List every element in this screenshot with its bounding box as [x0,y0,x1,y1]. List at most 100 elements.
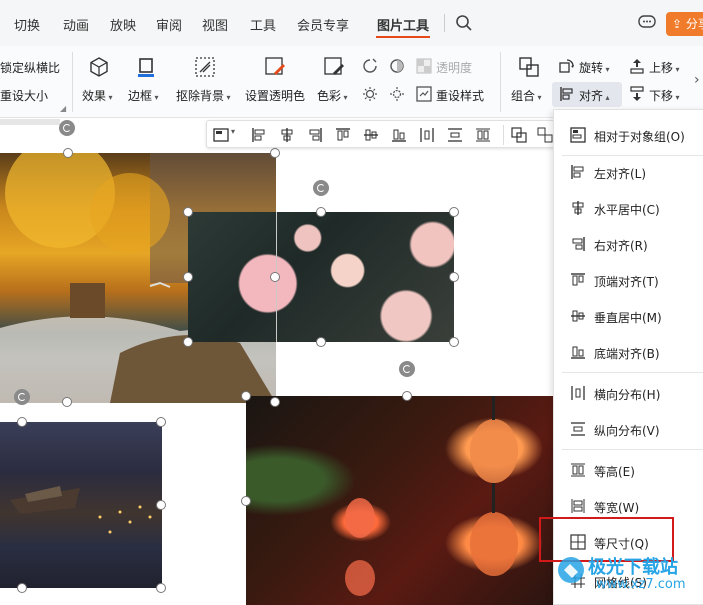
rotate-handle[interactable] [399,361,415,377]
move-up-icon [630,59,644,74]
move-up-button[interactable]: 上移 ▾ [649,59,680,76]
reset-size-button[interactable]: 重设大小 [0,87,48,104]
effects-label: 效果 [82,89,107,103]
menu-item-distribute-vertical[interactable]: 纵向分布(V) [554,414,703,444]
resize-handle[interactable] [63,148,73,158]
distribute-horizontal-icon [571,386,585,400]
align-center-horizontal-icon[interactable] [279,127,295,143]
resize-handle[interactable] [241,496,251,506]
group-button[interactable]: 组合 ▾ [511,87,542,104]
align-right-icon[interactable] [307,127,323,143]
align-bottom-icon[interactable] [391,127,407,143]
tab-tools[interactable]: 工具 [250,15,276,34]
border-button[interactable]: 边框 ▾ [128,87,159,104]
resize-handle[interactable] [449,207,459,217]
set-transparent-color-button[interactable]: 设置透明色 [245,87,305,104]
reset-style-button[interactable]: 重设样式 [436,87,484,104]
group-icon [519,57,539,77]
tab-transition[interactable]: 切换 [14,15,40,34]
chevron-down-icon: ▾ [341,93,348,102]
menu-item-middle-vertical[interactable]: 垂直居中(M) [554,301,703,331]
resize-handle[interactable] [62,397,72,407]
chevron-down-icon[interactable]: ▾ [231,127,235,136]
same-height-icon [571,463,585,477]
resize-handle[interactable] [270,272,280,282]
remove-background-icon [195,57,215,77]
resize-handle[interactable] [270,148,280,158]
remove-background-button[interactable]: 抠除背景 ▾ [176,87,231,104]
roses-image[interactable] [188,212,454,342]
chevron-down-icon: ▾ [673,65,680,74]
menu-item-relative-to-group[interactable]: 相对于对象组(O) [554,120,703,150]
menu-item-align-bottom[interactable]: 底端对齐(B) [554,337,703,367]
tab-picture-tools[interactable]: 图片工具 [377,15,429,34]
watermark-url: www.xz7.com [596,577,686,592]
share-button[interactable]: ⇪ 分享 [666,12,703,36]
tab-animation[interactable]: 动画 [63,15,89,34]
same-width-icon [571,499,585,513]
search-icon[interactable] [455,14,473,32]
dialog-launcher-icon[interactable]: ◢ [60,104,66,113]
same-height-icon[interactable] [475,127,491,143]
menu-item-align-left[interactable]: 左对齐(L) [554,157,703,187]
lock-ratio-checkbox[interactable]: 锁定纵横比 [0,59,60,76]
resize-handle[interactable] [183,337,193,347]
tab-slideshow[interactable]: 放映 [110,15,136,34]
toolbar-divider [503,125,504,145]
effects-button[interactable]: 效果 ▾ [82,87,113,104]
transparency-icon [416,58,432,74]
comment-icon[interactable] [638,15,656,31]
border-icon [138,58,154,77]
tab-review[interactable]: 审阅 [156,15,182,34]
chevron-down-icon: ▾ [224,93,231,102]
rotate-handle[interactable] [14,389,30,405]
increase-brightness-icon[interactable] [362,86,378,102]
distribute-vertical-icon[interactable] [447,127,463,143]
menu-item-label: 等宽(W) [594,501,640,515]
menu-item-label: 横向分布(H) [594,388,661,402]
group-icon[interactable] [511,127,527,143]
resize-handle[interactable] [17,417,27,427]
more-options-icon[interactable] [537,127,553,143]
resize-handle[interactable] [449,337,459,347]
red-lanterns-artwork [345,396,518,596]
menu-item-align-top[interactable]: 顶端对齐(T) [554,265,703,295]
resize-handle[interactable] [449,272,459,282]
align-options-icon[interactable] [213,127,229,143]
resize-handle[interactable] [183,207,193,217]
red-lanterns-image[interactable] [246,396,556,605]
color-button[interactable]: 色彩 ▾ [317,87,348,104]
distribute-horizontal-icon[interactable] [419,127,435,143]
resize-handle[interactable] [156,583,166,593]
resize-handle[interactable] [316,207,326,217]
ribbon-scroll-right-icon[interactable]: › [694,72,700,88]
align-middle-vertical-icon[interactable] [363,127,379,143]
rotate-handle[interactable] [59,120,75,136]
menu-item-center-horizontal[interactable]: 水平居中(C) [554,193,703,223]
transparency-button[interactable]: 透明度 [436,59,472,76]
resize-handle[interactable] [241,391,251,401]
decrease-contrast-icon[interactable] [389,58,405,74]
align-top-icon[interactable] [335,127,351,143]
menu-item-label: 底端对齐(B) [594,347,660,361]
tab-member[interactable]: 会员专享 [297,15,349,34]
resize-handle[interactable] [402,391,412,401]
tab-view[interactable]: 视图 [202,15,228,34]
resize-handle[interactable] [316,337,326,347]
increase-contrast-icon[interactable] [362,58,378,74]
rotate-button[interactable]: 旋转 ▾ [579,59,610,76]
decrease-brightness-icon[interactable] [389,86,405,102]
resize-handle[interactable] [17,583,27,593]
night-boat-image[interactable] [0,422,162,588]
menu-item-distribute-horizontal[interactable]: 横向分布(H) [554,378,703,408]
resize-handle[interactable] [183,272,193,282]
menu-item-same-height[interactable]: 等高(E) [554,455,703,485]
menu-item-align-right[interactable]: 右对齐(R) [554,229,703,259]
align-left-icon[interactable] [251,127,267,143]
move-down-button[interactable]: 下移 ▾ [649,87,680,104]
resize-handle[interactable] [156,500,166,510]
chevron-down-icon: ▾ [603,65,610,74]
resize-handle[interactable] [156,417,166,427]
resize-handle[interactable] [270,397,280,407]
rotate-handle[interactable] [313,180,329,196]
